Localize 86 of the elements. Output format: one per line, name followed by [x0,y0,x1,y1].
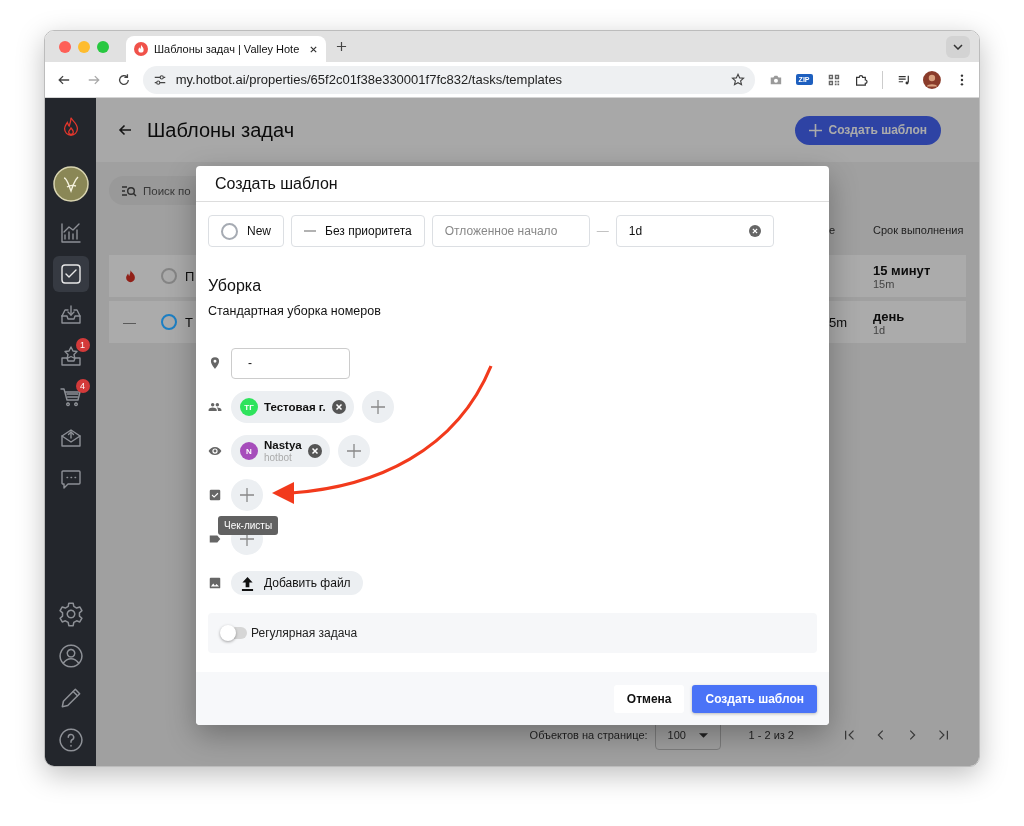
address-bar[interactable]: my.hotbot.ai/properties/65f2c01f38e330001f7fc832/tasks/templates [142,65,755,94]
dash-icon [304,230,316,232]
last-page-icon[interactable] [936,728,950,742]
location-pin-icon [208,356,222,370]
due-short-text: 1d [873,323,886,336]
assignee-chip[interactable]: ТГ Тестовая г. [231,391,354,423]
settings-icon [57,601,84,627]
sidebar-item[interactable]: 4 [52,378,89,415]
clear-icon[interactable] [748,225,761,237]
checkbox-icon [208,488,222,502]
checkbox-icon [58,261,83,286]
download-tray-icon [58,302,83,327]
sidebar-item[interactable] [52,255,89,292]
watcher-name: Nastya [264,439,302,452]
watcher-subtitle: hotbot [264,451,293,463]
dialog-title: Создать шаблон [215,174,338,193]
add-checklist-button[interactable] [231,479,263,511]
task-title: Уборка [208,277,263,295]
plus-icon [809,123,823,137]
people-icon [208,400,222,414]
duration-field[interactable]: 1d [615,215,774,247]
location-field[interactable]: - [231,347,350,379]
add-button[interactable] [361,391,394,423]
remove-icon[interactable] [331,400,346,414]
watcher-chip[interactable]: N Nastya hotbot [231,435,330,467]
recurring-switch[interactable] [221,627,247,639]
plus-icon [346,444,361,458]
tooltip: Чек-листы [218,516,279,535]
avatar: N [240,442,258,460]
status-circle-icon [221,222,238,240]
hotel-logo-icon[interactable] [52,165,89,202]
qr-code-icon[interactable] [826,72,841,87]
reload-icon[interactable] [116,72,131,87]
remove-icon[interactable] [307,444,322,458]
task-description: Стандартная уборка номеров [208,304,382,318]
table-cell: П [185,268,195,284]
profile-avatar-icon[interactable] [923,70,942,89]
avatar: ТГ [240,398,258,416]
browser-tab[interactable]: Шаблоны задач | Valley Hote [126,36,326,62]
image-icon [208,576,222,590]
column-header: е [829,224,837,236]
back-arrow-icon[interactable] [117,122,133,138]
plus-icon [240,488,254,502]
site-settings-icon[interactable] [152,72,167,87]
flame-icon [123,268,138,284]
priority-select[interactable]: Без приоритета [291,215,425,247]
create-template-button[interactable]: Создать шаблон [795,115,941,145]
notification-badge: 4 [75,378,90,393]
eye-icon [208,444,222,458]
due-short-text: 15m [873,277,895,290]
plus-icon [370,400,385,414]
page-range-text: 1 - 2 из 2 [748,729,794,741]
notification-badge: 1 [75,337,90,352]
create-template-button[interactable]: Создать шаблон [692,684,817,713]
add-file-button[interactable]: Добавить файл [231,571,363,595]
star-tray-icon [58,343,83,368]
due-text: 15 минут [873,262,932,278]
plus-icon [240,532,254,546]
status-select[interactable]: New [208,215,284,247]
first-page-icon[interactable] [843,728,857,742]
puzzle-icon[interactable] [854,72,869,87]
chart-icon [58,220,83,245]
column-header: Срок выполнения [873,224,965,236]
table-cell: Т [185,314,193,330]
help-icon [57,727,84,753]
tab-list-button[interactable] [946,35,970,58]
new-tab-icon[interactable] [336,41,347,52]
page-size-label: Объектов на странице: [529,729,648,741]
start-date-field[interactable]: Отложенное начало [431,215,590,247]
recurring-label: Регулярная задача [251,626,358,640]
user-icon [57,643,84,669]
caret-icon [698,732,708,738]
sidebar-item[interactable]: 1 [52,337,89,374]
range-separator: — [596,224,609,238]
add-button[interactable] [337,435,370,467]
chevron-down-icon [953,43,963,50]
flame-icon [134,42,148,56]
close-icon[interactable] [309,44,318,54]
upload-icon [241,575,254,591]
table-cell: 5m [829,314,848,330]
due-text: день [873,308,906,324]
assignee-name: Тестовая г. [264,401,326,413]
priority-text: — [123,314,136,330]
cancel-button[interactable]: Отмена [613,684,685,713]
bookmark-star-icon[interactable] [730,72,745,87]
page-title: Шаблоны задач [147,118,295,142]
